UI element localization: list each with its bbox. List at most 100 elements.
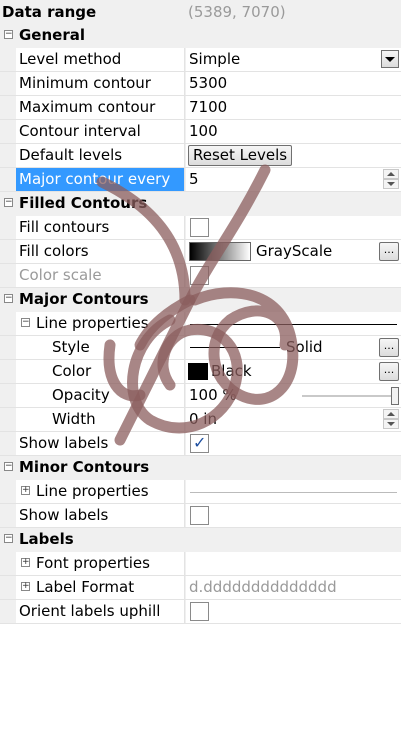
- major-line-properties-row[interactable]: Line properties −: [0, 312, 401, 336]
- font-properties-cell: [186, 552, 401, 575]
- fill-contours-row[interactable]: Fill contours: [0, 216, 401, 240]
- orient-labels-uphill-cell: [186, 600, 401, 623]
- expand-icon[interactable]: +: [21, 486, 30, 495]
- contour-interval-input[interactable]: 100: [186, 120, 401, 143]
- label-format-row[interactable]: Label Format + d.dddddddddddddd: [0, 576, 401, 600]
- major-contour-every-label: Major contour every: [16, 168, 185, 191]
- level-method-label: Level method: [16, 48, 185, 71]
- opacity-slider[interactable]: [302, 395, 395, 397]
- fill-colors-label: Fill colors: [16, 240, 185, 263]
- opacity-row[interactable]: Opacity 100 %: [0, 384, 401, 408]
- minimum-contour-label: Minimum contour: [16, 72, 185, 95]
- fill-colors-edit-button[interactable]: ...: [379, 242, 399, 261]
- color-scale-row: Color scale: [0, 264, 401, 288]
- color-scale-cell: [186, 264, 401, 287]
- font-properties-label: Font properties: [16, 552, 185, 575]
- color-value: Black: [211, 362, 252, 380]
- minor-line-properties-label: Line properties: [16, 480, 185, 503]
- category-minor-contours[interactable]: − Minor Contours: [0, 456, 401, 480]
- maximum-contour-input[interactable]: 7100: [186, 96, 401, 119]
- level-method-row[interactable]: Level method Simple: [0, 48, 401, 72]
- data-range-value: (5389, 7070): [188, 3, 286, 21]
- style-row[interactable]: Style Solid ...: [0, 336, 401, 360]
- chevron-down-icon[interactable]: [381, 50, 399, 68]
- checkmark-icon: ✓: [193, 433, 207, 452]
- major-show-labels-row[interactable]: Show labels ✓: [0, 432, 401, 456]
- major-contour-every-input[interactable]: 5: [186, 168, 401, 191]
- width-input[interactable]: 0 in: [186, 408, 401, 431]
- major-show-labels-label: Show labels: [16, 432, 185, 455]
- width-row[interactable]: Width 0 in: [0, 408, 401, 432]
- contour-interval-label: Contour interval: [16, 120, 185, 143]
- major-contour-every-stepper[interactable]: [383, 169, 399, 190]
- reset-levels-button[interactable]: Reset Levels: [188, 145, 293, 166]
- collapse-icon[interactable]: −: [4, 198, 13, 207]
- major-contour-every-row[interactable]: Major contour every 5: [0, 168, 401, 192]
- fill-contours-label: Fill contours: [16, 216, 185, 239]
- data-range-row: Data range (5389, 7070): [0, 0, 401, 24]
- color-scale-checkbox[interactable]: [190, 266, 209, 285]
- fill-contours-checkbox[interactable]: [190, 218, 209, 237]
- category-general-title: General: [19, 26, 85, 44]
- minimum-contour-input[interactable]: 5300: [186, 72, 401, 95]
- color-label: Color: [16, 360, 185, 383]
- category-general[interactable]: − General: [0, 24, 401, 48]
- category-filled-contours-title: Filled Contours: [19, 194, 148, 212]
- collapse-icon[interactable]: −: [4, 534, 13, 543]
- maximum-contour-row[interactable]: Maximum contour 7100: [0, 96, 401, 120]
- orient-labels-uphill-label: Orient labels uphill: [16, 600, 185, 623]
- spin-down-icon[interactable]: [383, 179, 399, 189]
- style-line-sample: [190, 347, 280, 348]
- style-label: Style: [16, 336, 185, 359]
- color-edit-button[interactable]: ...: [379, 362, 399, 381]
- orient-labels-uphill-checkbox[interactable]: [190, 602, 209, 621]
- category-labels-title: Labels: [19, 530, 74, 548]
- spin-down-icon[interactable]: [383, 419, 399, 429]
- minor-show-labels-checkbox[interactable]: [190, 506, 209, 525]
- major-show-labels-checkbox[interactable]: ✓: [190, 433, 209, 453]
- collapse-icon[interactable]: −: [21, 318, 30, 327]
- fill-colors-value: GrayScale: [256, 242, 333, 260]
- default-levels-label: Default levels: [16, 144, 185, 167]
- line-sample: [190, 324, 397, 325]
- opacity-slider-thumb[interactable]: [391, 387, 399, 405]
- expand-icon[interactable]: +: [21, 582, 30, 591]
- spin-up-icon[interactable]: [383, 169, 399, 179]
- fill-colors-row[interactable]: Fill colors GrayScale ...: [0, 240, 401, 264]
- width-stepper[interactable]: [383, 409, 399, 430]
- style-edit-button[interactable]: ...: [379, 338, 399, 357]
- minor-line-properties-row[interactable]: Line properties +: [0, 480, 401, 504]
- data-range-label: Data range: [2, 3, 97, 21]
- major-line-properties-label: Line properties: [16, 312, 185, 335]
- contour-interval-row[interactable]: Contour interval 100: [0, 120, 401, 144]
- collapse-icon[interactable]: −: [4, 294, 13, 303]
- expand-icon[interactable]: +: [21, 558, 30, 567]
- level-method-select[interactable]: Simple: [186, 48, 401, 71]
- collapse-icon[interactable]: −: [4, 462, 13, 471]
- category-major-contours[interactable]: − Major Contours: [0, 288, 401, 312]
- collapse-icon[interactable]: −: [4, 30, 13, 39]
- category-minor-contours-title: Minor Contours: [19, 458, 150, 476]
- minor-show-labels-cell: [186, 504, 401, 527]
- label-format-label: Label Format: [16, 576, 185, 599]
- category-labels[interactable]: − Labels: [0, 528, 401, 552]
- line-sample: [190, 492, 397, 493]
- maximum-contour-label: Maximum contour: [16, 96, 185, 119]
- category-filled-contours[interactable]: − Filled Contours: [0, 192, 401, 216]
- font-properties-row[interactable]: Font properties +: [0, 552, 401, 576]
- fill-contours-cell: [186, 216, 401, 239]
- property-grid: Data range (5389, 7070) − General Level …: [0, 0, 401, 624]
- label-format-value: d.dddddddddddddd: [186, 576, 401, 599]
- width-label: Width: [16, 408, 185, 431]
- opacity-label: Opacity: [16, 384, 185, 407]
- minimum-contour-row[interactable]: Minimum contour 5300: [0, 72, 401, 96]
- minor-show-labels-label: Show labels: [16, 504, 185, 527]
- style-value: Solid: [286, 338, 323, 356]
- color-scale-label: Color scale: [16, 264, 185, 287]
- orient-labels-uphill-row[interactable]: Orient labels uphill: [0, 600, 401, 624]
- color-row[interactable]: Color Black ...: [0, 360, 401, 384]
- spin-up-icon[interactable]: [383, 409, 399, 419]
- color-swatch: [188, 363, 208, 380]
- minor-show-labels-row[interactable]: Show labels: [0, 504, 401, 528]
- default-levels-row: Default levels Reset Levels: [0, 144, 401, 168]
